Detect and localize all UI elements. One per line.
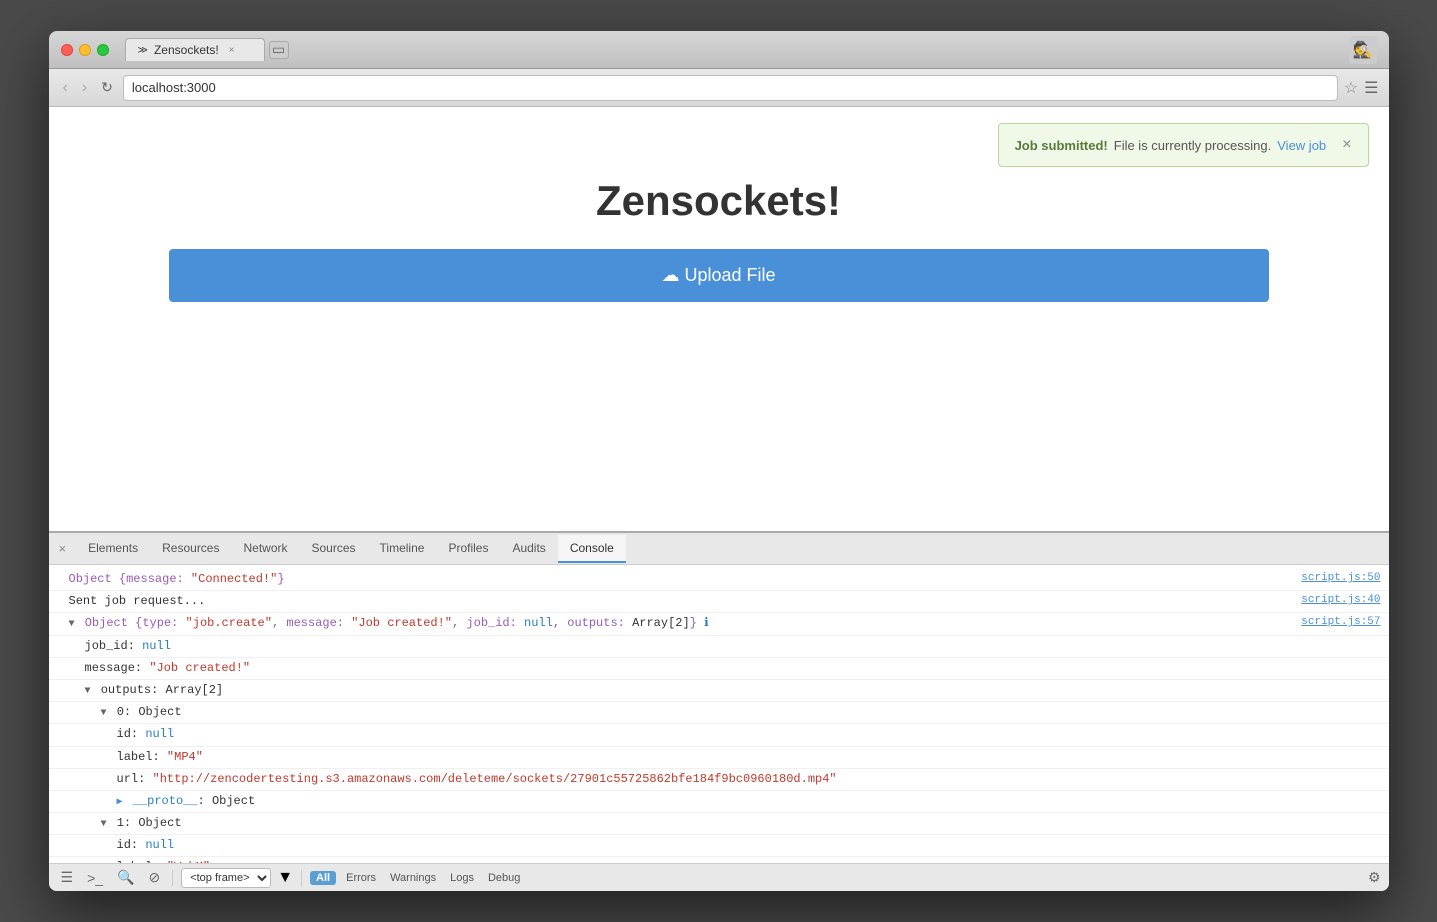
console-line: label: "MP4" — [49, 747, 1389, 769]
devtools-panel: × Elements Resources Network Sources Tim… — [49, 531, 1389, 891]
title-bar-right: 🕵 — [1349, 36, 1377, 64]
console-line: url: "http://zencodertesting.s3.amazonaw… — [49, 769, 1389, 791]
console-text: ▼ 0: Object — [101, 703, 1381, 722]
console-line: id: null — [49, 724, 1389, 746]
reload-button[interactable]: ↻ — [97, 77, 117, 98]
all-filter-badge[interactable]: All — [310, 871, 336, 885]
console-line: ▶ __proto__: Object — [49, 791, 1389, 813]
frame-select[interactable]: <top frame> — [181, 868, 271, 888]
notification-bold-text: Job submitted! — [1015, 138, 1108, 153]
tab-console[interactable]: Console — [558, 535, 626, 563]
back-button[interactable]: ‹ — [59, 77, 72, 99]
tab-network[interactable]: Network — [231, 535, 299, 563]
console-output[interactable]: Object {message: "Connected!"} script.js… — [49, 565, 1389, 863]
console-text: Sent job request... — [69, 592, 1292, 611]
console-text: job_id: null — [85, 637, 1381, 656]
tab-elements[interactable]: Elements — [76, 535, 150, 563]
upload-button-label: ☁ Upload File — [661, 265, 775, 286]
search-icon[interactable]: 🔍 — [113, 867, 138, 888]
console-text: url: "http://zencodertesting.s3.amazonaw… — [117, 770, 1381, 789]
console-text: label: "MP4" — [117, 748, 1381, 767]
logs-filter[interactable]: Logs — [446, 871, 478, 885]
devtools-tabs: × Elements Resources Network Sources Tim… — [49, 533, 1389, 565]
tab-timeline[interactable]: Timeline — [368, 535, 437, 563]
console-text: ▼ 1: Object — [101, 814, 1381, 833]
tab-sources[interactable]: Sources — [300, 535, 368, 563]
warnings-filter[interactable]: Warnings — [386, 871, 440, 885]
console-source[interactable]: script.js:50 — [1301, 570, 1380, 588]
console-line: id: null — [49, 835, 1389, 857]
console-line: ▼ 1: Object — [49, 813, 1389, 835]
minimize-button[interactable] — [79, 44, 91, 56]
execution-context-icon[interactable]: >_ — [83, 868, 107, 888]
console-text: ▼ Object {type: "job.create", message: "… — [69, 614, 1292, 633]
settings-icon[interactable]: ⚙ — [1368, 869, 1381, 886]
browser-window: ≫ Zensockets! × ▭ 🕵 ‹ › ↻ ☆ ☰ Job submit… — [49, 31, 1389, 891]
tab-close-icon[interactable]: × — [229, 45, 235, 56]
upload-button[interactable]: ☁ Upload File — [169, 249, 1269, 302]
new-tab-button[interactable]: ▭ — [269, 41, 289, 59]
devtools-close-icon[interactable]: × — [53, 537, 73, 560]
url-input[interactable] — [123, 75, 1338, 101]
console-line: job_id: null — [49, 636, 1389, 658]
notification-banner: Job submitted! File is currently process… — [998, 123, 1369, 167]
divider — [301, 870, 302, 886]
view-job-link[interactable]: View job — [1277, 138, 1326, 153]
console-line: ▼ 0: Object — [49, 702, 1389, 724]
console-line: ▼ outputs: Array[2] — [49, 680, 1389, 702]
forward-button[interactable]: › — [78, 77, 91, 99]
console-drawer-icon[interactable]: ☰ — [57, 867, 78, 888]
console-line: ▼ Object {type: "job.create", message: "… — [49, 613, 1389, 635]
menu-icon[interactable]: ☰ — [1364, 78, 1378, 98]
console-text: id: null — [117, 725, 1381, 744]
browser-content: Job submitted! File is currently process… — [49, 107, 1389, 891]
console-line: Object {message: "Connected!"} script.js… — [49, 569, 1389, 591]
console-line: Sent job request... script.js:40 — [49, 591, 1389, 613]
divider — [172, 870, 173, 886]
active-tab[interactable]: ≫ Zensockets! × — [125, 38, 265, 61]
maximize-button[interactable] — [97, 44, 109, 56]
notification-message: File is currently processing. — [1114, 138, 1272, 153]
console-line: message: "Job created!" — [49, 658, 1389, 680]
console-text: ▼ outputs: Array[2] — [85, 681, 1381, 700]
page-content: Job submitted! File is currently process… — [49, 107, 1389, 531]
console-text: Object {message: "Connected!"} — [69, 570, 1292, 589]
console-text: message: "Job created!" — [85, 659, 1381, 678]
tab-resources[interactable]: Resources — [150, 535, 231, 563]
tab-profiles[interactable]: Profiles — [436, 535, 500, 563]
tab-title: Zensockets! — [154, 43, 219, 57]
devtools-bottom-bar: ☰ >_ 🔍 ⊘ <top frame> ▼ All Errors Warnin… — [49, 863, 1389, 891]
user-icon: 🕵 — [1349, 36, 1377, 64]
errors-filter[interactable]: Errors — [342, 871, 380, 885]
title-bar: ≫ Zensockets! × ▭ 🕵 — [49, 31, 1389, 69]
debug-filter[interactable]: Debug — [484, 871, 524, 885]
traffic-lights — [61, 44, 109, 56]
address-bar: ‹ › ↻ ☆ ☰ — [49, 69, 1389, 107]
console-text: id: null — [117, 836, 1381, 855]
console-text: ▶ __proto__: Object — [117, 792, 1381, 811]
bookmark-icon[interactable]: ☆ — [1344, 78, 1358, 98]
app-title: Zensockets! — [596, 177, 841, 225]
tab-bar: ≫ Zensockets! × ▭ — [125, 38, 1341, 61]
notification-close-icon[interactable]: × — [1342, 136, 1351, 154]
clear-icon[interactable]: ⊘ — [144, 867, 164, 888]
tab-audits[interactable]: Audits — [500, 535, 557, 563]
console-source[interactable]: script.js:40 — [1301, 592, 1380, 610]
close-button[interactable] — [61, 44, 73, 56]
tab-favicon: ≫ — [138, 45, 148, 56]
console-source[interactable]: script.js:57 — [1301, 614, 1380, 632]
